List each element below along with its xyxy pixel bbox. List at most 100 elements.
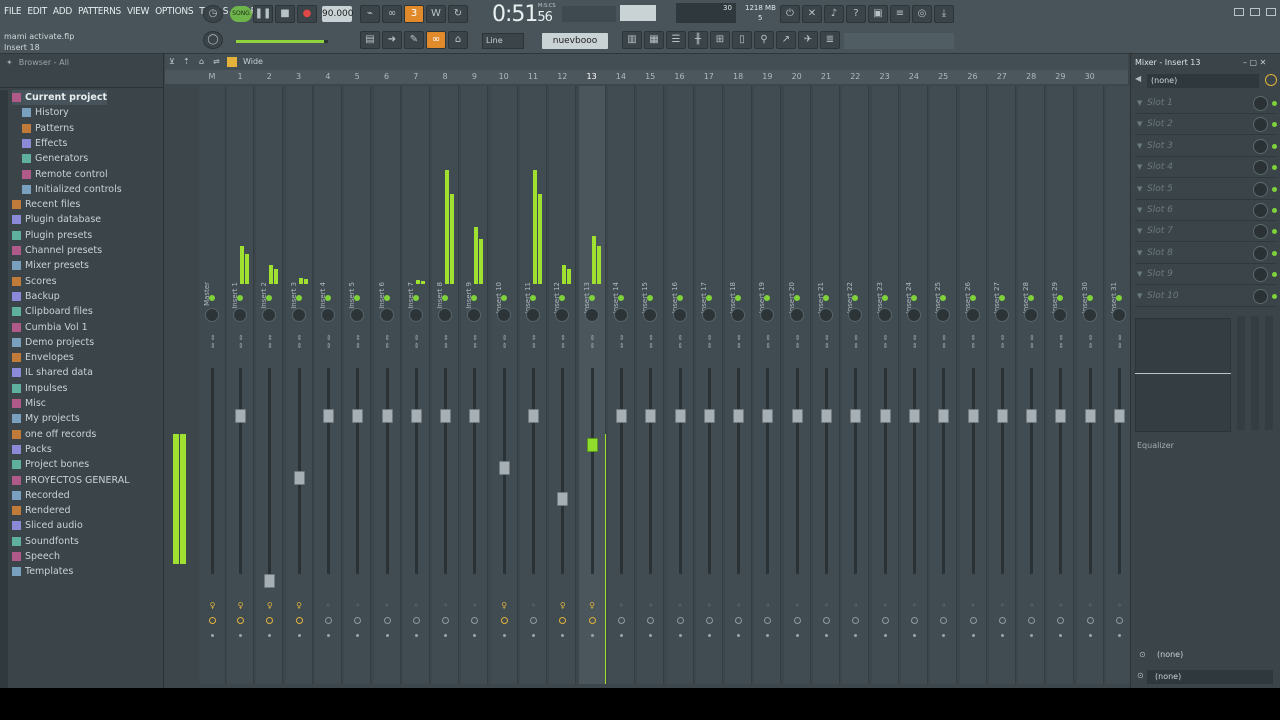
fx-enable-toggle[interactable] [998,617,1006,624]
mute-toggle[interactable] [237,295,243,301]
stereo-separation-icon[interactable]: ⇕ ⇕ [707,334,713,350]
route-icon[interactable]: ◦ [852,602,859,610]
effect-slot[interactable]: ▼ Slot 9 [1135,265,1277,286]
route-icon[interactable]: ♀ [296,602,303,610]
fx-enable-toggle[interactable] [1028,617,1036,624]
route-icon[interactable]: ◦ [999,602,1006,610]
record-arm-dot[interactable] [942,634,946,637]
stereo-separation-icon[interactable]: ⇕ ⇕ [648,334,654,350]
browser-item-recent-files[interactable]: Recent files [12,197,80,212]
volume-fader[interactable] [352,409,364,423]
volume-fader[interactable] [908,409,920,423]
mixer-strip-master[interactable]: Master⇕⇕♀◯ [199,86,226,684]
volume-fader[interactable] [293,471,305,485]
fader-track[interactable] [649,368,653,574]
browser-item-generators[interactable]: Generators [22,151,88,166]
pan-knob[interactable] [291,308,306,322]
stereo-separation-icon[interactable]: ⇕ ⇕ [210,334,216,350]
volume-fader[interactable] [1084,409,1096,423]
mixer-view-icon[interactable]: ☰ [666,31,686,49]
slot-arrow-icon[interactable]: ▼ [1137,185,1142,193]
record-arm-dot[interactable] [825,634,828,637]
fx-enable-toggle[interactable] [354,617,362,624]
mixer-strip-insert-25[interactable]: Insert 25⇕⇕◦▲ [930,86,958,684]
fx-enable-toggle[interactable] [940,617,948,624]
volume-fader[interactable] [615,409,627,423]
metronome-icon[interactable]: ◷ [203,5,223,23]
stereo-separation-icon[interactable]: ⇕ ⇕ [531,334,537,350]
record-button[interactable]: ● [297,5,317,23]
fx-enable-toggle[interactable] [442,617,450,624]
record-arm-dot[interactable] [649,634,653,637]
volume-fader[interactable] [528,409,539,423]
plug-icon[interactable]: ⚲ [754,31,774,49]
volume-fader[interactable] [879,409,891,423]
wrench-icon[interactable]: ✈ [798,31,818,49]
fader-track[interactable] [444,368,448,574]
mute-toggle[interactable] [324,295,331,301]
slot-mix-knob[interactable] [1253,267,1268,283]
mute-toggle[interactable] [471,295,478,301]
slot-mix-knob[interactable] [1253,224,1268,240]
stereo-separation-icon[interactable]: ⇕ ⇕ [1029,334,1035,350]
browser-item-plugin-presets[interactable]: Plugin presets [12,228,92,243]
route-icon[interactable]: ◦ [882,602,889,610]
route-icon[interactable]: ♀ [266,602,273,610]
slot-arrow-icon[interactable]: ▼ [1137,270,1142,278]
route-icon[interactable]: ◦ [325,602,332,610]
record-arm-dot[interactable] [532,634,535,637]
help-icon[interactable]: ? [846,5,866,23]
stereo-separation-icon[interactable]: ⇕ ⇕ [941,334,947,350]
pattern-song-toggle[interactable]: SONG [230,6,252,22]
slot-arrow-icon[interactable]: ▼ [1137,249,1142,257]
browser-item-current-project[interactable]: Current project [12,90,108,105]
route-icon[interactable]: ◦ [1116,602,1123,610]
power-icon[interactable]: ⏻ [780,5,800,23]
channel-icon[interactable]: ⊞ [710,31,730,49]
eq-band-mid[interactable] [1251,316,1259,430]
pan-knob[interactable] [1082,308,1097,322]
pan-knob[interactable] [350,308,365,322]
slot-enable-led[interactable] [1272,250,1277,256]
browser-item-misc[interactable]: Misc [12,396,46,411]
browser-icon[interactable]: ≣ [820,31,840,49]
pan-knob[interactable] [233,308,247,322]
pan-knob[interactable] [262,308,277,322]
record-arm-dot[interactable] [766,634,770,637]
route-icon[interactable]: ◦ [677,602,684,610]
mixer-strip-insert-10[interactable]: Insert 10⇕⇕♀▲ [490,86,518,684]
mute-toggle[interactable] [852,295,859,301]
volume-fader[interactable] [1114,409,1125,423]
pan-knob[interactable] [789,308,804,322]
pan-knob[interactable] [438,308,453,322]
browser-item-effects[interactable]: Effects [22,136,67,151]
stereo-separation-icon[interactable]: ⇕ ⇕ [560,334,566,350]
route-icon[interactable]: ◦ [384,602,391,610]
record-arm-dot[interactable] [678,634,682,637]
volume-fader[interactable] [322,409,334,423]
eq-band-high[interactable] [1265,316,1273,430]
fader-track[interactable] [1118,368,1121,574]
slot-mix-knob[interactable] [1253,203,1268,218]
slot-mix-knob[interactable] [1253,288,1268,304]
fx-enable-toggle[interactable] [823,617,830,624]
pan-knob[interactable] [1112,308,1126,322]
browser-item-plugin-database[interactable]: Plugin database [12,212,101,227]
fx-enable-toggle[interactable] [500,617,508,624]
fx-enable-toggle[interactable] [1057,617,1065,624]
play-button[interactable]: ❚❚ [253,5,273,23]
browser-item-sliced-audio[interactable]: Sliced audio [12,518,83,533]
restore-icon[interactable] [1250,8,1260,16]
fx-enable-toggle[interactable] [324,617,332,624]
slot-arrow-icon[interactable]: ▼ [1137,163,1142,171]
fader-track[interactable] [590,368,594,574]
fader-track[interactable] [766,368,770,574]
tempo-display[interactable]: 90.000 [322,6,354,22]
stereo-separation-icon[interactable]: ⇕ ⇕ [385,334,391,350]
browser-item-speech[interactable]: Speech [12,549,60,564]
slot-enable-led[interactable] [1272,229,1277,235]
route-icon[interactable]: ◦ [911,602,918,610]
fader-track[interactable] [854,368,858,574]
tools-icon[interactable]: ✕ [802,5,822,23]
stereo-separation-icon[interactable]: ⇕ ⇕ [736,334,742,350]
